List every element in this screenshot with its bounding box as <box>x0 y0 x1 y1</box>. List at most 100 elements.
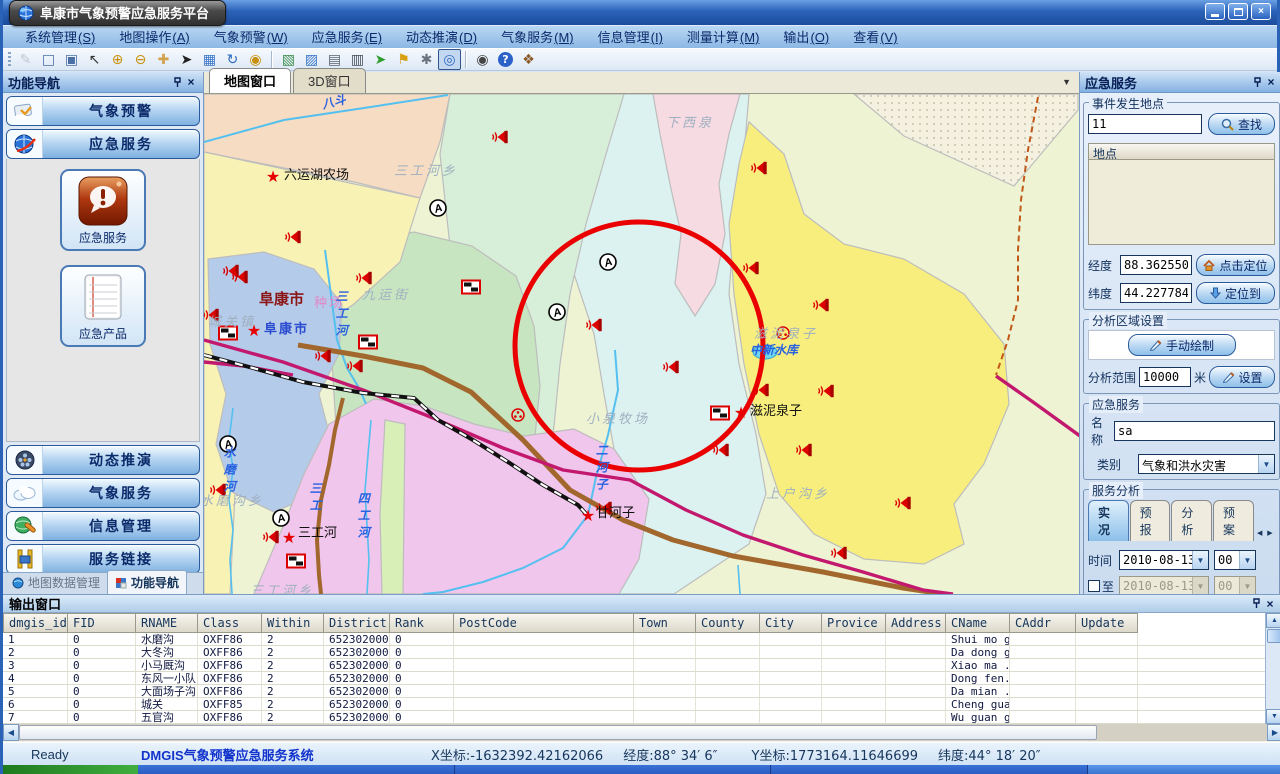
close-icon[interactable]: × <box>184 75 198 89</box>
nav-group-info-management[interactable]: 信息管理 <box>6 511 200 541</box>
column-header[interactable]: dmgis_id <box>3 613 68 633</box>
column-header[interactable]: Update <box>1076 613 1138 633</box>
nav-group-weather-warning[interactable]: 气象预警 <box>6 96 200 126</box>
settings-gear-icon[interactable]: ✱ <box>415 49 438 70</box>
map-tab[interactable]: 地图窗口 <box>209 68 291 93</box>
service-type-select[interactable]: 气象和洪水灾害 ▼ <box>1138 454 1275 474</box>
alarm-speaker-icon[interactable] <box>830 546 848 560</box>
red-circle-station-icon[interactable] <box>510 407 526 423</box>
column-header[interactable]: Address <box>886 613 946 633</box>
menu-item[interactable]: 系统管理(S) <box>13 25 107 49</box>
scroll-thumb[interactable] <box>19 725 1097 740</box>
location-search-input[interactable] <box>1088 114 1202 134</box>
pin-icon[interactable] <box>1249 597 1263 611</box>
table-row[interactable]: 60城关OXFF85 26523020000 Cheng guan <box>3 698 1265 711</box>
restore-button[interactable] <box>1228 3 1248 20</box>
alarm-speaker-icon[interactable] <box>346 359 364 373</box>
menu-item[interactable]: 应急服务(E) <box>300 25 394 49</box>
place-list-header[interactable]: 地点 <box>1088 143 1275 160</box>
minimize-button[interactable] <box>1205 3 1225 20</box>
place-list[interactable] <box>1088 160 1275 245</box>
weather-station-icon[interactable]: A <box>548 303 567 322</box>
alarm-speaker-icon[interactable] <box>752 383 770 397</box>
date-select[interactable]: 2010-08-13 ▼ <box>1119 550 1209 570</box>
close-icon[interactable]: × <box>1263 597 1277 611</box>
pin-icon[interactable] <box>170 75 184 89</box>
measure-icon[interactable]: ✎ <box>14 49 37 70</box>
emergency-product-button[interactable]: 应急产品 <box>60 265 146 347</box>
table-row[interactable]: 70五官沟OXFF86 26523020000 Wu guan gou <box>3 711 1265 724</box>
help-icon[interactable]: ? <box>494 49 517 70</box>
zoom-query-icon[interactable]: ◉ <box>244 49 267 70</box>
column-header[interactable]: RNAME <box>136 613 198 633</box>
analysis-tab[interactable]: 预报 <box>1130 500 1171 541</box>
pan-hand-icon[interactable]: ✚ <box>152 49 175 70</box>
alarm-speaker-icon[interactable] <box>795 443 813 457</box>
column-header[interactable]: Provice <box>822 613 886 633</box>
click-locate-button[interactable]: 点击定位 <box>1196 254 1275 276</box>
column-header[interactable]: County <box>696 613 760 633</box>
range-input[interactable] <box>1139 367 1191 387</box>
alarm-speaker-icon[interactable] <box>742 261 760 275</box>
alarm-speaker-icon[interactable] <box>491 130 509 144</box>
alarm-speaker-icon[interactable] <box>894 496 912 510</box>
column-header[interactable]: CAddr <box>1010 613 1076 633</box>
column-header[interactable]: Class <box>198 613 262 633</box>
column-header[interactable]: District <box>324 613 390 633</box>
label-pin-icon[interactable]: ⚑ <box>392 49 415 70</box>
analysis-tab[interactable]: 分析 <box>1171 500 1212 541</box>
tab-map-data-management[interactable]: 地图数据管理 <box>5 571 107 594</box>
weather-station-icon[interactable]: A <box>599 253 618 272</box>
manual-draw-button[interactable]: 手动绘制 <box>1128 334 1236 356</box>
alarm-speaker-icon[interactable] <box>817 384 835 398</box>
alarm-speaker-icon[interactable] <box>284 230 302 244</box>
weather-station-icon[interactable]: A <box>429 199 448 218</box>
scroll-right-icon[interactable]: ▶ <box>1267 724 1280 741</box>
dropdown-arrow-icon[interactable]: ▼ <box>1258 455 1274 473</box>
menu-item[interactable]: 信息管理(I) <box>586 25 675 49</box>
map-canvas[interactable]: A A <box>204 94 1079 594</box>
alarm-speaker-icon[interactable] <box>812 298 830 312</box>
pin-icon[interactable] <box>1250 75 1264 89</box>
longitude-input[interactable] <box>1120 255 1192 275</box>
table-row[interactable]: 10水磨沟OXFF86 26523020000 Shui mo gou <box>3 633 1265 646</box>
menu-item[interactable]: 气象服务(M) <box>489 25 586 49</box>
analysis-tab[interactable]: 预案 <box>1213 500 1254 541</box>
table-vertical-scrollbar[interactable]: ▲ ▼ <box>1265 613 1280 724</box>
set-range-button[interactable]: 设置 <box>1209 366 1275 388</box>
export-image-icon[interactable]: ▨ <box>300 49 323 70</box>
menu-item[interactable]: 气象预警(W) <box>202 25 300 49</box>
table-row[interactable]: 40东风一小队OXFF86 26523020000 Dong fen... <box>3 672 1265 685</box>
station-flag-icon[interactable] <box>461 280 481 295</box>
tab-function-nav[interactable]: 功能导航 <box>107 570 187 594</box>
column-header[interactable]: Town <box>634 613 696 633</box>
dropdown-arrow-icon[interactable]: ▼ <box>1239 551 1255 569</box>
select-arrow-icon[interactable]: ↖ <box>83 49 106 70</box>
tree-view-icon[interactable]: ❖ <box>517 49 540 70</box>
hour-select[interactable]: 00 ▼ <box>1214 550 1256 570</box>
select-element-icon[interactable]: □ <box>37 49 60 70</box>
nav-group-weather-service[interactable]: 气象服务 <box>6 478 200 508</box>
map-tab[interactable]: 3D窗口 <box>293 68 366 93</box>
close-icon[interactable]: × <box>1264 75 1278 89</box>
nav-group-emergency-service[interactable]: 应急服务 <box>6 129 200 159</box>
emergency-service-button[interactable]: 应急服务 <box>60 169 146 251</box>
weather-station-icon[interactable]: A <box>272 509 291 528</box>
latitude-input[interactable] <box>1120 283 1192 303</box>
menu-item[interactable]: 测量计算(M) <box>675 25 772 49</box>
column-header[interactable]: PostCode <box>454 613 634 633</box>
alarm-speaker-icon[interactable] <box>662 360 680 374</box>
menu-item[interactable]: 地图操作(A) <box>107 25 201 49</box>
select-rect-icon[interactable]: ▣ <box>60 49 83 70</box>
tab-scroll-left-icon[interactable]: ◀ <box>1255 525 1265 541</box>
alarm-speaker-icon[interactable] <box>314 349 332 363</box>
goto-locate-button[interactable]: 定位到 <box>1196 282 1275 304</box>
alarm-speaker-icon[interactable] <box>231 270 249 284</box>
alarm-speaker-icon[interactable] <box>262 530 280 544</box>
table-row[interactable]: 20大冬沟OXFF86 26523020000 Da dong gou <box>3 646 1265 659</box>
pointer-icon[interactable]: ➤ <box>175 49 198 70</box>
scroll-left-icon[interactable]: ◀ <box>3 724 19 741</box>
close-button[interactable]: × <box>1251 3 1271 20</box>
identify-arrow-icon[interactable]: ➤ <box>369 49 392 70</box>
table-row[interactable]: 30小马厩沟OXFF86 26523020000 Xiao ma ... <box>3 659 1265 672</box>
